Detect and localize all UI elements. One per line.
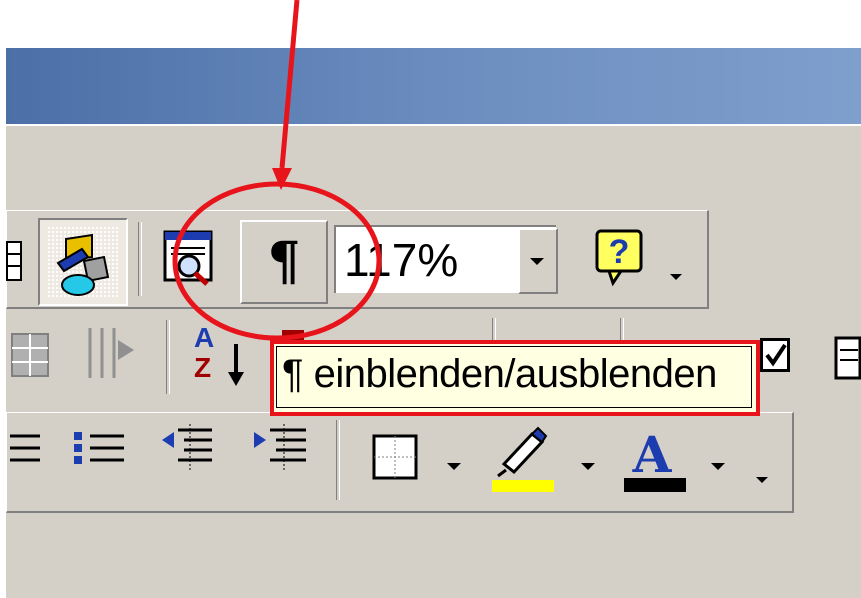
annotation-overlay [172, 0, 382, 341]
annotation-arrow [279, 0, 300, 169]
annotation-ellipse [172, 181, 382, 341]
